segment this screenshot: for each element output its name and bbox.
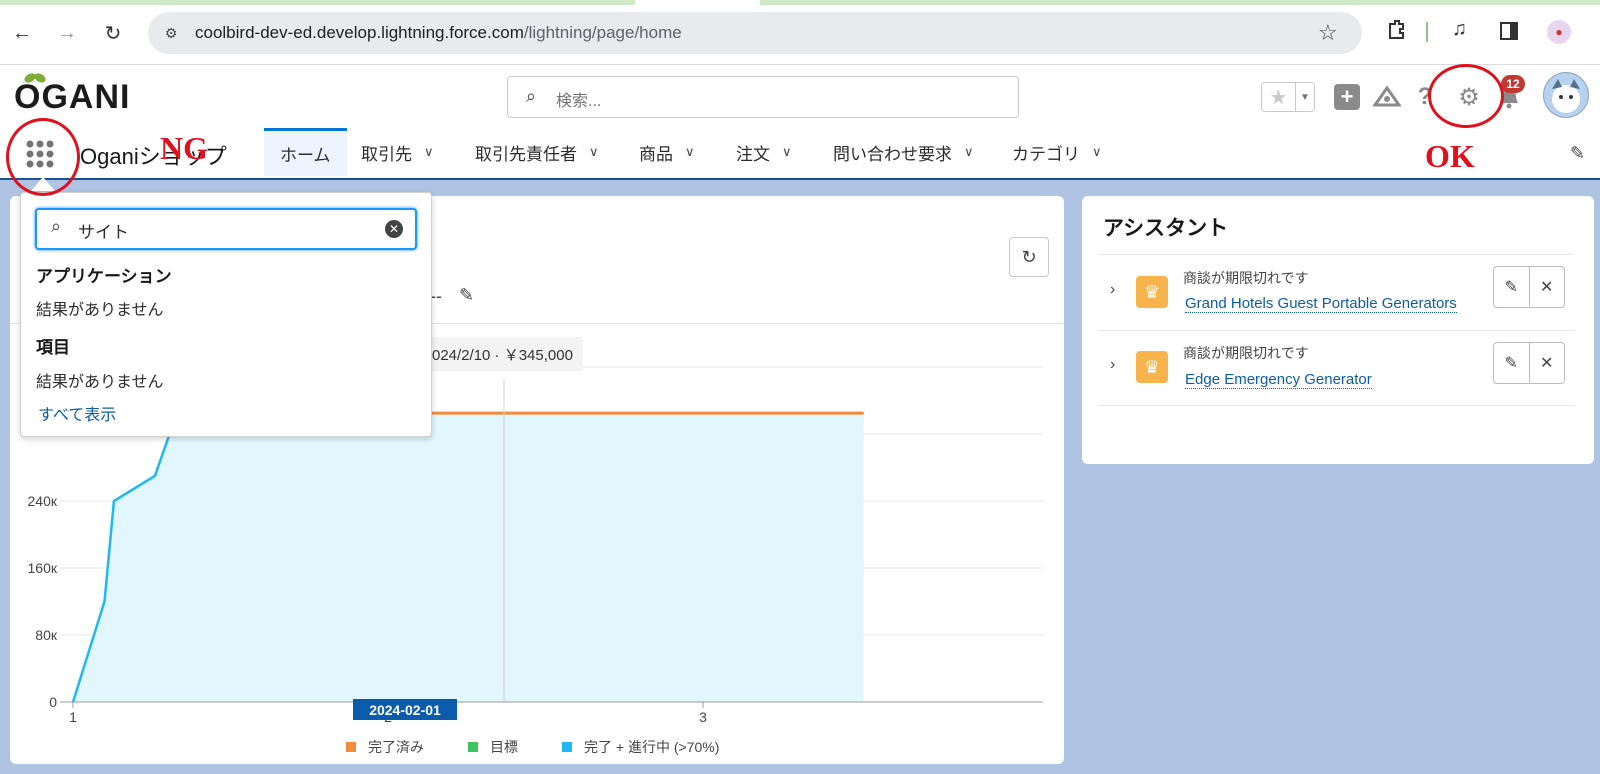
assistant-item-link[interactable]: Grand Hotels Guest Portable Generators [1185,295,1457,313]
y-tick-label: 0 [49,694,57,710]
opportunity-crown-icon: ♛ [1136,351,1168,383]
assistant-item-actions: ✎ ✕ [1493,342,1565,384]
annotation-circle-ng [6,118,80,196]
assistant-title: アシスタント [1103,217,1229,240]
legend-label: 完了済み [368,739,424,755]
annotation-ng: NG [160,130,208,166]
legend-swatch [346,742,356,752]
extensions-icon[interactable] [1386,18,1408,40]
edit-nav-pencil-icon[interactable]: ✎ [1570,143,1585,164]
y-tick-label: 240к [28,493,58,509]
chevron-down-icon[interactable]: ∨ [1092,144,1102,160]
chevron-right-icon[interactable]: › [1110,356,1115,374]
apps-empty-message: 結果がありません [36,302,164,319]
edit-pencil-icon[interactable]: ✎ [1494,343,1530,383]
annotation-circle-ok [1428,64,1504,128]
x-highlight-label: 2024-02-01 [353,699,457,720]
notification-badge: 12 [1501,75,1525,93]
global-actions-icon[interactable]: + [1334,84,1360,110]
assistant-divider [1098,405,1574,406]
favorites-dropdown-icon[interactable]: ▼ [1296,83,1314,111]
toolbar-divider [1426,22,1428,42]
annotation-ok: OK [1425,138,1475,174]
tooltip-text: 024/2/10 · ￥345,000 [432,346,573,364]
y-tick-label: 160к [28,560,58,576]
bookmark-star-icon[interactable]: ☆ [1318,20,1338,46]
edit-pencil-icon[interactable]: ✎ [1494,267,1530,307]
apps-heading: アプリケーション [36,267,172,286]
legend-label: 目標 [490,739,518,755]
show-all-link[interactable]: すべて表示 [38,401,116,425]
x-tick-label: 3 [699,709,707,725]
clear-search-icon[interactable]: ✕ [385,220,403,238]
legend-swatch [468,742,478,752]
legend-item: 目標 [468,737,518,757]
media-control-icon[interactable]: ♫ [1452,18,1467,41]
legend-swatch [562,742,572,752]
profile-avatar-icon[interactable]: ● [1547,20,1571,44]
app-launcher-search-value: サイト [78,223,129,242]
items-heading: 項目 [36,338,70,357]
items-empty-message: 結果がありません [36,374,164,391]
in-progress-area [73,413,864,702]
opportunity-crown-icon: ♛ [1136,276,1168,308]
legend-item: 完了 + 進行中 (>70%) [562,737,719,757]
favorites-star-icon: ★ [1262,83,1296,111]
dismiss-close-icon[interactable]: ✕ [1530,267,1565,307]
x-tick-label: 1 [69,709,77,725]
chart-tooltip: 024/2/10 · ￥345,000 [412,337,583,371]
user-avatar[interactable] [1543,72,1589,118]
assistant-item-subtitle: 商談が期限切れです [1183,270,1309,286]
dismiss-close-icon[interactable]: ✕ [1530,343,1565,383]
side-panel-icon[interactable] [1500,22,1518,40]
search-icon: ⌕ [51,216,62,236]
assistant-item-subtitle: 商談が期限切れです [1183,345,1309,361]
legend-item: 完了済み [346,737,424,757]
legend-label: 完了 + 進行中 (>70%) [584,739,720,755]
y-tick-label: 80к [35,627,58,643]
chevron-right-icon[interactable]: › [1110,281,1115,299]
assistant-item-actions: ✎ ✕ [1493,266,1565,308]
trailhead-guidance-icon[interactable] [1372,82,1402,112]
assistant-item-link[interactable]: Edge Emergency Generator [1185,371,1372,389]
favorites-button[interactable]: ★ ▼ [1261,82,1315,112]
